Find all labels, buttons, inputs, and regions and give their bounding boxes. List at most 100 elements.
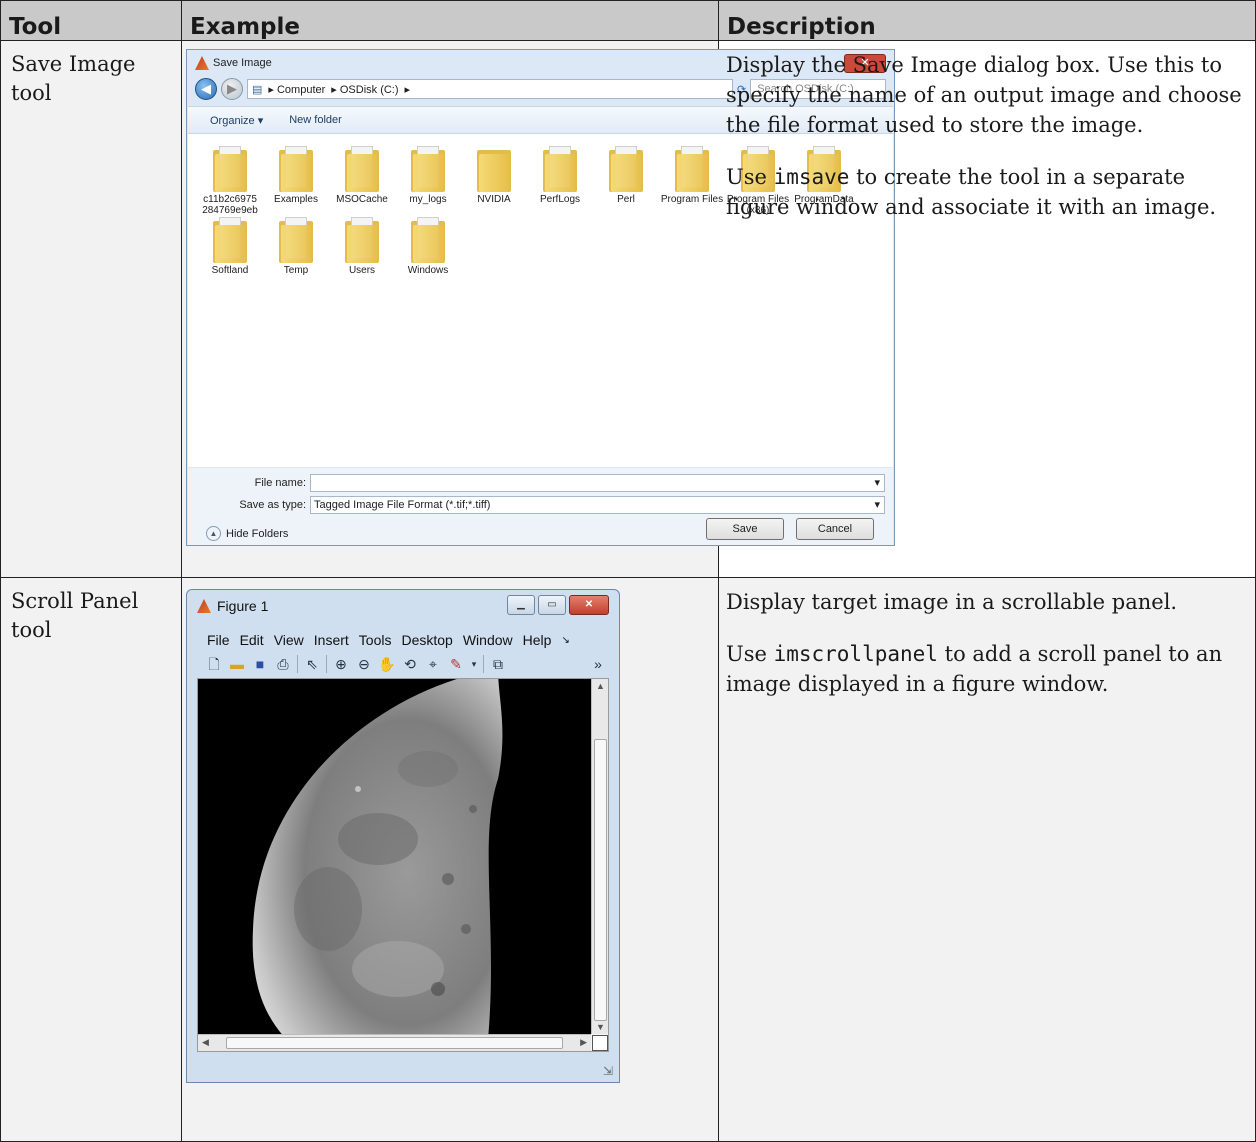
function-name[interactable]: imsave (774, 165, 850, 189)
pointer-icon[interactable]: ⇖ (303, 655, 321, 673)
brush-icon[interactable]: ✎ (447, 655, 465, 673)
tool-name: Save Image tool (11, 52, 136, 105)
menu-edit[interactable]: Edit (240, 632, 264, 648)
scroll-thumb[interactable] (226, 1037, 563, 1049)
list-item[interactable]: Softland (198, 217, 262, 276)
forward-arrow-icon[interactable]: ▶ (221, 78, 243, 100)
menu-file[interactable]: File (207, 632, 230, 648)
save-type-label: Save as type: (239, 499, 306, 511)
matlab-logo-icon (195, 56, 209, 70)
description-cell: Display the Save Image dialog box. Use t… (718, 40, 1256, 578)
list-item[interactable]: Temp (264, 217, 328, 276)
menu-help[interactable]: Help (523, 632, 552, 648)
description-paragraph: Use imsave to create the tool in a separ… (726, 165, 1217, 219)
menu-bar: File Edit View Insert Tools Desktop Wind… (193, 630, 613, 650)
menu-desktop[interactable]: Desktop (401, 632, 452, 648)
header-example: Example (181, 0, 719, 41)
file-name-label: File name: (254, 477, 306, 489)
list-item[interactable]: PerfLogs (528, 146, 592, 205)
description-paragraph: Display target image in a scrollable pan… (726, 590, 1178, 614)
example-cell: Save Image ✕ ◀ ▶ ▤ ▸ Computer ▸ OSDisk (… (181, 40, 895, 578)
new-folder-button[interactable]: New folder (289, 114, 342, 126)
pan-icon[interactable]: ✋ (378, 655, 396, 673)
list-item[interactable]: Examples (264, 146, 328, 205)
print-icon[interactable]: ⎙ (274, 655, 292, 673)
vertical-scrollbar[interactable]: ▲ ▼ (591, 679, 608, 1034)
link-icon[interactable]: ⧉ (489, 655, 507, 673)
matlab-logo-icon (197, 599, 211, 613)
folder-icon (543, 146, 577, 192)
window-controls: ▁ ▭ ✕ (507, 595, 609, 615)
folder-icon (279, 217, 313, 263)
zoom-in-icon[interactable]: ⊕ (332, 655, 350, 673)
open-folder-icon[interactable]: ▬ (228, 655, 246, 673)
scroll-thumb[interactable] (594, 739, 607, 1021)
computer-drive-icon: ▤ (252, 83, 263, 96)
header-description: Description (718, 0, 1256, 41)
list-item[interactable]: Windows (396, 217, 460, 276)
menu-tools[interactable]: Tools (359, 632, 392, 648)
list-item[interactable]: Users (330, 217, 394, 276)
resize-grip-icon[interactable]: ⇲ (603, 1064, 613, 1078)
description-text: Display target image in a scrollable pan… (719, 578, 1255, 699)
list-item[interactable]: Perl (594, 146, 658, 205)
function-name[interactable]: imscrollpanel (774, 642, 938, 666)
menu-overflow-icon[interactable]: ↘ (561, 635, 569, 646)
toolbar-separator (326, 655, 327, 673)
table-header-row: Tool Example Description (0, 0, 1256, 41)
scroll-down-icon[interactable]: ▼ (596, 1022, 605, 1032)
menu-insert[interactable]: Insert (314, 632, 349, 648)
table-row: Scroll Panel tool Figure 1 ▁ ▭ ✕ File Ed… (0, 577, 1256, 1142)
menu-view[interactable]: View (274, 632, 304, 648)
breadcrumb-item[interactable]: ▸ OSDisk (C:) (331, 83, 398, 96)
organize-button[interactable]: Organize ▾ (210, 114, 263, 127)
folder-icon (345, 217, 379, 263)
breadcrumb-item[interactable]: ▸ Computer (268, 83, 325, 96)
zoom-out-icon[interactable]: ⊖ (355, 655, 373, 673)
list-item[interactable]: MSOCache (330, 146, 394, 205)
back-arrow-icon[interactable]: ◀ (195, 78, 217, 100)
rotate-icon[interactable]: ⟲ (401, 655, 419, 673)
horizontal-scrollbar[interactable]: ◀ ▶ (198, 1034, 591, 1051)
scroll-panel[interactable]: ▲ ▼ ◀ ▶ (197, 678, 609, 1052)
figure-title-bar: Figure 1 (197, 598, 268, 614)
chevron-down-icon[interactable]: ▾ (470, 655, 478, 673)
tool-cell: Save Image tool (0, 40, 182, 578)
example-cell: Figure 1 ▁ ▭ ✕ File Edit View Insert Too… (181, 577, 719, 1142)
chevron-up-icon: ▲ (206, 526, 221, 541)
header-tool: Tool (0, 0, 182, 41)
folder-icon (411, 217, 445, 263)
folder-icon (477, 146, 511, 192)
breadcrumb[interactable]: ▤ ▸ Computer ▸ OSDisk (C:) ▸ (247, 79, 733, 99)
save-icon[interactable]: ■ (251, 655, 269, 673)
toolbar-separator (297, 655, 298, 673)
hide-folders-button[interactable]: ▲ Hide Folders (206, 526, 288, 541)
scroll-left-icon[interactable]: ◀ (202, 1037, 209, 1048)
new-file-icon[interactable]: 🗋 (205, 655, 223, 673)
scroll-right-icon[interactable]: ▶ (580, 1037, 587, 1048)
list-item[interactable]: c11b2c6975 284769e9eb (198, 146, 262, 216)
figure-title: Figure 1 (217, 598, 269, 614)
list-item[interactable]: my_logs (396, 146, 460, 205)
tool-name: Scroll Panel tool (11, 589, 139, 642)
folder-icon (609, 146, 643, 192)
folder-icon (345, 146, 379, 192)
moon-image (198, 679, 591, 1034)
folder-icon (411, 146, 445, 192)
maximize-icon[interactable]: ▭ (538, 595, 566, 615)
scroll-up-icon[interactable]: ▲ (596, 681, 605, 691)
dialog-title-bar: Save Image (195, 55, 272, 71)
folder-icon (279, 146, 313, 192)
figure-window: Figure 1 ▁ ▭ ✕ File Edit View Insert Too… (186, 589, 620, 1083)
menu-window[interactable]: Window (463, 632, 513, 648)
folder-icon (675, 146, 709, 192)
data-cursor-icon[interactable]: ⌖ (424, 655, 442, 673)
folder-icon (213, 146, 247, 192)
close-icon[interactable]: ✕ (569, 595, 609, 615)
figure-toolbar: 🗋 ▬ ■ ⎙ ⇖ ⊕ ⊖ ✋ ⟲ ⌖ ✎ ▾ ⧉ » (193, 652, 613, 676)
list-item[interactable]: Program Files (660, 146, 724, 205)
toolbar-overflow-icon[interactable]: » (589, 655, 607, 673)
list-item[interactable]: NVIDIA (462, 146, 526, 205)
minimize-icon[interactable]: ▁ (507, 595, 535, 615)
description-text: Display the Save Image dialog box. Use t… (719, 41, 1255, 222)
